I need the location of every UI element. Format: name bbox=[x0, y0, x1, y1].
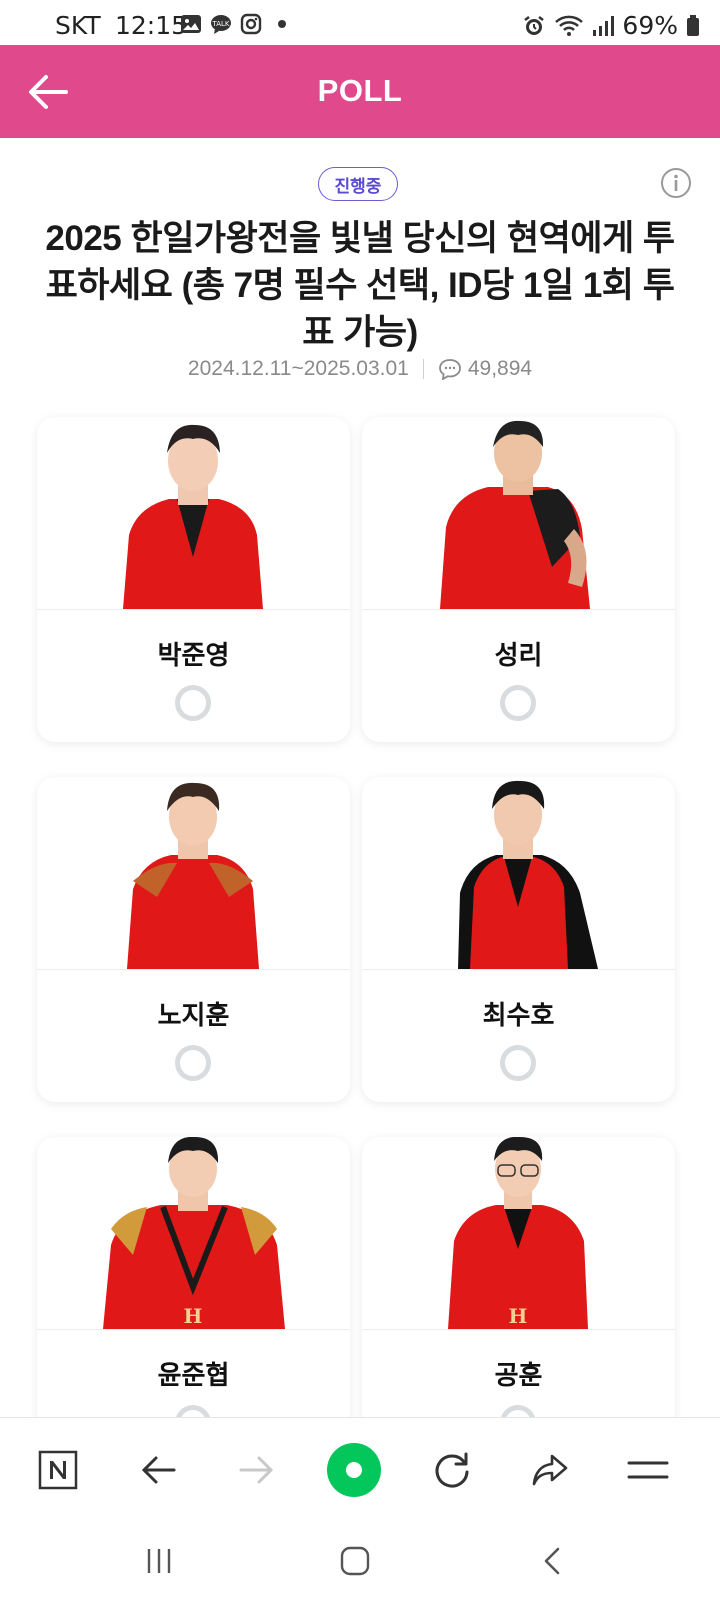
candidate-name: 공훈 bbox=[494, 1361, 543, 1391]
candidate-photo bbox=[37, 417, 350, 610]
comment-icon bbox=[438, 359, 461, 380]
candidate-name: 노지훈 bbox=[157, 1001, 230, 1031]
gallery-icon bbox=[181, 15, 201, 33]
vote-radio[interactable] bbox=[175, 1045, 211, 1081]
notification-icons: TALK bbox=[180, 13, 286, 35]
svg-text:TALK: TALK bbox=[211, 20, 229, 28]
status-badge: 진행중 bbox=[318, 167, 398, 201]
battery-icon bbox=[687, 14, 699, 36]
battery-percent: 69% bbox=[622, 11, 678, 40]
alarm-icon bbox=[524, 15, 545, 35]
naver-green-dot-button[interactable] bbox=[326, 1442, 382, 1498]
poll-title: 2025 한일가왕전을 빛낼 당신의 현역에게 투표하세요 (총 7명 필수 선… bbox=[45, 219, 675, 352]
arrow-left-icon bbox=[141, 1456, 176, 1484]
clock: 12:15 bbox=[115, 11, 188, 40]
menu-button[interactable] bbox=[620, 1442, 676, 1498]
system-nav-bar bbox=[0, 1525, 720, 1600]
candidate-name: 박준영 bbox=[157, 641, 230, 671]
candidate-card[interactable]: 최수호 bbox=[362, 777, 675, 1102]
candidate-name: 윤준협 bbox=[157, 1361, 230, 1391]
app-header: POLL bbox=[0, 45, 720, 138]
chevron-left-icon bbox=[544, 1547, 560, 1575]
system-back-button[interactable] bbox=[528, 1539, 578, 1583]
candidate-card[interactable]: 박준영 bbox=[37, 417, 350, 742]
vote-radio[interactable] bbox=[500, 685, 536, 721]
browser-back-button[interactable] bbox=[130, 1442, 186, 1498]
page-title: POLL bbox=[317, 73, 403, 108]
candidate-name: 최수호 bbox=[482, 1001, 555, 1031]
hamburger-icon bbox=[627, 1461, 669, 1479]
share-button[interactable] bbox=[522, 1442, 578, 1498]
candidate-photo bbox=[362, 417, 675, 610]
candidate-card[interactable]: H 윤준협 bbox=[37, 1137, 350, 1462]
candidate-photo: H bbox=[362, 1137, 675, 1330]
home-icon bbox=[340, 1546, 370, 1576]
candidate-card[interactable]: 노지훈 bbox=[37, 777, 350, 1102]
home-button[interactable] bbox=[330, 1539, 380, 1583]
candidate-photo: H bbox=[37, 1137, 350, 1330]
naver-home-button[interactable] bbox=[30, 1442, 86, 1498]
poll-period: 2024.12.11~2025.03.01 bbox=[187, 357, 409, 380]
refresh-button[interactable] bbox=[424, 1442, 480, 1498]
share-arrow-icon bbox=[532, 1454, 568, 1486]
meta-divider bbox=[422, 359, 424, 379]
info-icon[interactable] bbox=[660, 167, 692, 199]
kakaotalk-icon: TALK bbox=[211, 15, 231, 34]
recent-apps-icon bbox=[147, 1549, 171, 1573]
refresh-icon bbox=[435, 1452, 469, 1488]
svg-text:H: H bbox=[509, 1304, 528, 1328]
status-bar: SKT 12:15 TALK 69% bbox=[0, 0, 720, 50]
signal-icon bbox=[593, 15, 615, 36]
poll-meta: 2024.12.11~2025.03.01 49,894 bbox=[0, 357, 720, 381]
candidate-name: 성리 bbox=[494, 641, 543, 671]
candidate-card[interactable]: 성리 bbox=[362, 417, 675, 742]
arrow-right-icon bbox=[239, 1456, 274, 1484]
candidate-photo bbox=[362, 777, 675, 970]
naver-n-icon bbox=[38, 1450, 78, 1490]
wifi-icon bbox=[555, 15, 584, 36]
browser-forward-button[interactable] bbox=[229, 1442, 285, 1498]
svg-text:H: H bbox=[184, 1304, 203, 1328]
carrier-label: SKT bbox=[55, 11, 101, 40]
comment-count: 49,894 bbox=[467, 357, 533, 380]
instagram-icon bbox=[240, 13, 262, 35]
candidate-photo bbox=[37, 777, 350, 970]
browser-toolbar bbox=[0, 1417, 720, 1526]
vote-radio[interactable] bbox=[500, 1045, 536, 1081]
vote-radio[interactable] bbox=[175, 685, 211, 721]
green-dot-icon bbox=[327, 1443, 381, 1497]
more-notifications-dot bbox=[278, 20, 286, 28]
recent-apps-button[interactable] bbox=[134, 1539, 184, 1583]
system-indicators: 69% bbox=[522, 11, 700, 40]
candidate-card[interactable]: H 공훈 bbox=[362, 1137, 675, 1462]
